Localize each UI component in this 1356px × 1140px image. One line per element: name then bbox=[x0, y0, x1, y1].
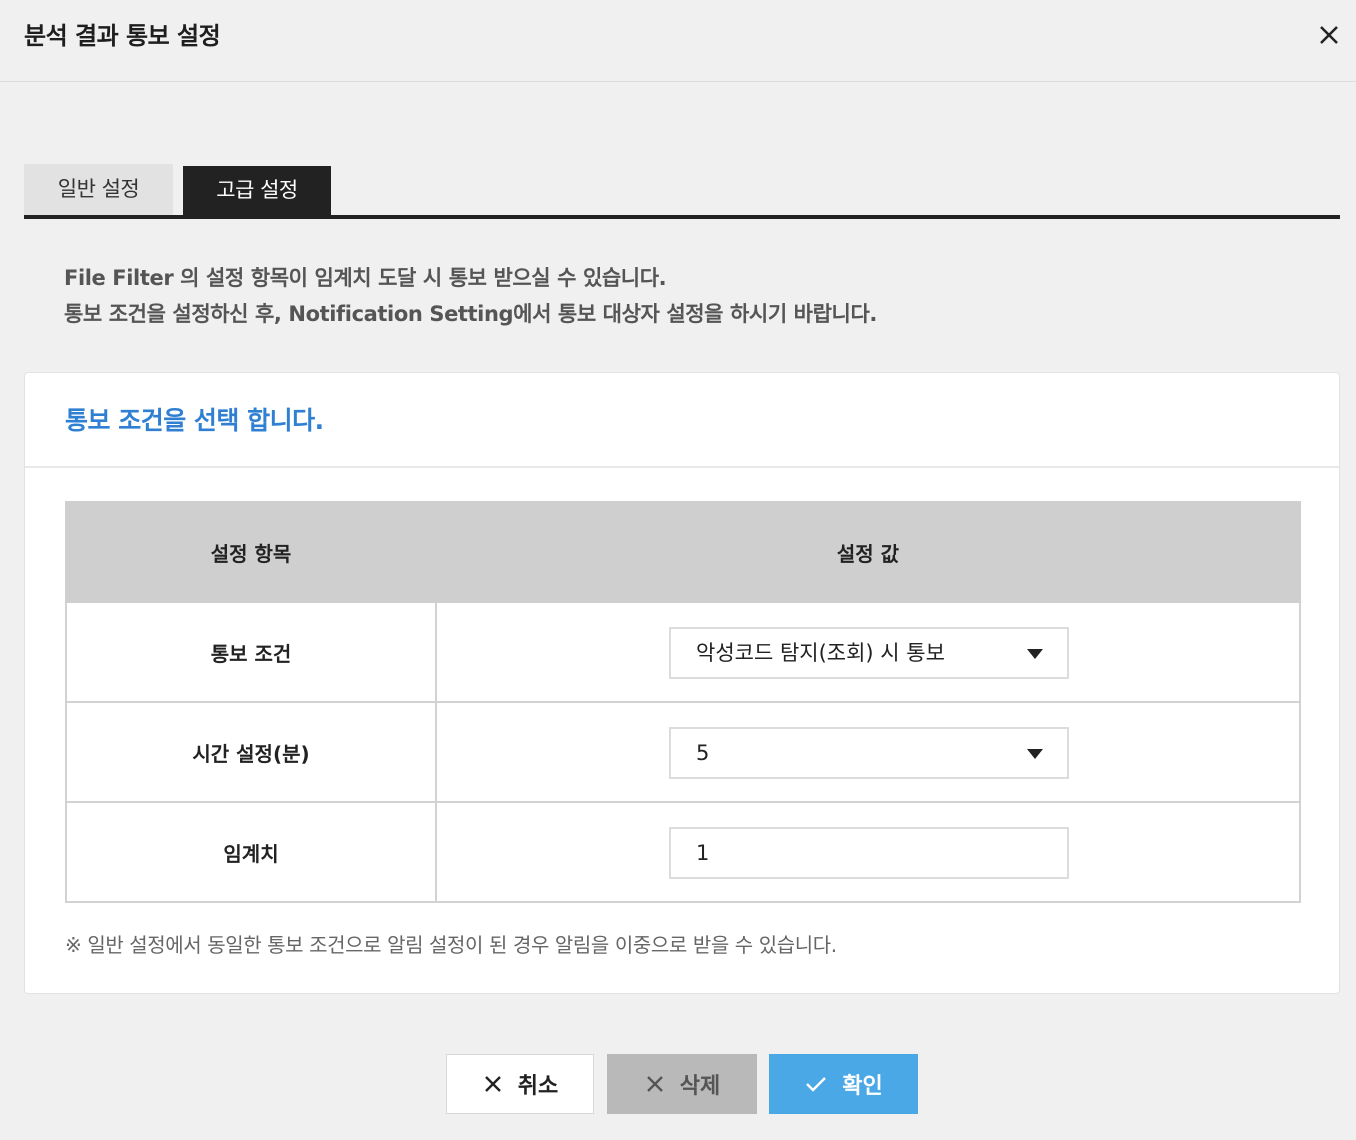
check-icon bbox=[806, 1077, 827, 1092]
tab-bar: 일반 설정 고급 설정 bbox=[24, 164, 1340, 219]
threshold-input[interactable]: 1 bbox=[669, 827, 1069, 879]
caret-down-icon bbox=[1027, 649, 1043, 659]
cancel-button-label: 취소 bbox=[517, 1074, 559, 1099]
row-label-time-setting: 시간 설정(분) bbox=[65, 701, 437, 803]
table-header-row: 설정 항목 설정 값 bbox=[65, 501, 1301, 603]
caret-down-icon bbox=[1027, 749, 1043, 759]
x-icon bbox=[646, 1076, 663, 1092]
row-value-cell: 1 bbox=[435, 801, 1301, 903]
panel-header: 통보 조건을 선택 합니다. bbox=[25, 373, 1339, 468]
row-label-threshold: 임계치 bbox=[65, 801, 437, 903]
description-line-1: File Filter 의 설정 항목이 임계치 도달 시 통보 받으실 수 있… bbox=[64, 266, 667, 290]
panel-heading: 통보 조건을 선택 합니다. bbox=[65, 406, 324, 435]
time-setting-select[interactable]: 5 bbox=[669, 727, 1069, 779]
delete-button-label: 삭제 bbox=[679, 1074, 721, 1099]
settings-table: 설정 항목 설정 값 통보 조건 악성코드 탐지(조회) 시 통보 시간 설정(… bbox=[65, 501, 1301, 903]
table-row: 시간 설정(분) 5 bbox=[65, 701, 1301, 803]
notification-condition-panel: 통보 조건을 선택 합니다. 설정 항목 설정 값 통보 조건 악성코드 탐지(… bbox=[24, 372, 1340, 994]
select-value: 악성코드 탐지(조회) 시 통보 bbox=[696, 641, 945, 665]
notification-condition-select[interactable]: 악성코드 탐지(조회) 시 통보 bbox=[669, 627, 1069, 679]
cancel-button[interactable]: 취소 bbox=[446, 1054, 594, 1114]
duplicate-alert-note: ※ 일반 설정에서 동일한 통보 조건으로 알림 설정이 된 경우 알림을 이중… bbox=[65, 933, 837, 957]
row-value-cell: 악성코드 탐지(조회) 시 통보 bbox=[435, 601, 1301, 703]
close-icon[interactable] bbox=[1312, 18, 1346, 52]
select-value: 5 bbox=[696, 741, 710, 765]
table-row: 임계치 1 bbox=[65, 801, 1301, 903]
tab-advanced-settings[interactable]: 고급 설정 bbox=[183, 166, 331, 215]
delete-button[interactable]: 삭제 bbox=[607, 1054, 757, 1114]
x-icon bbox=[484, 1076, 501, 1092]
tab-general-settings[interactable]: 일반 설정 bbox=[24, 164, 173, 215]
column-header-value: 설정 값 bbox=[435, 501, 1301, 603]
row-value-cell: 5 bbox=[435, 701, 1301, 803]
confirm-button[interactable]: 확인 bbox=[769, 1054, 918, 1114]
description-line-2: 통보 조건을 설정하신 후, Notification Setting에서 통보… bbox=[64, 302, 877, 326]
dialog-header: 분석 결과 통보 설정 bbox=[0, 0, 1356, 82]
dialog-title: 분석 결과 통보 설정 bbox=[24, 22, 221, 50]
description: File Filter 의 설정 항목이 임계치 도달 시 통보 받으실 수 있… bbox=[64, 260, 877, 332]
table-row: 통보 조건 악성코드 탐지(조회) 시 통보 bbox=[65, 601, 1301, 703]
row-label-notification-condition: 통보 조건 bbox=[65, 601, 437, 703]
column-header-item: 설정 항목 bbox=[65, 501, 437, 603]
confirm-button-label: 확인 bbox=[842, 1074, 883, 1099]
